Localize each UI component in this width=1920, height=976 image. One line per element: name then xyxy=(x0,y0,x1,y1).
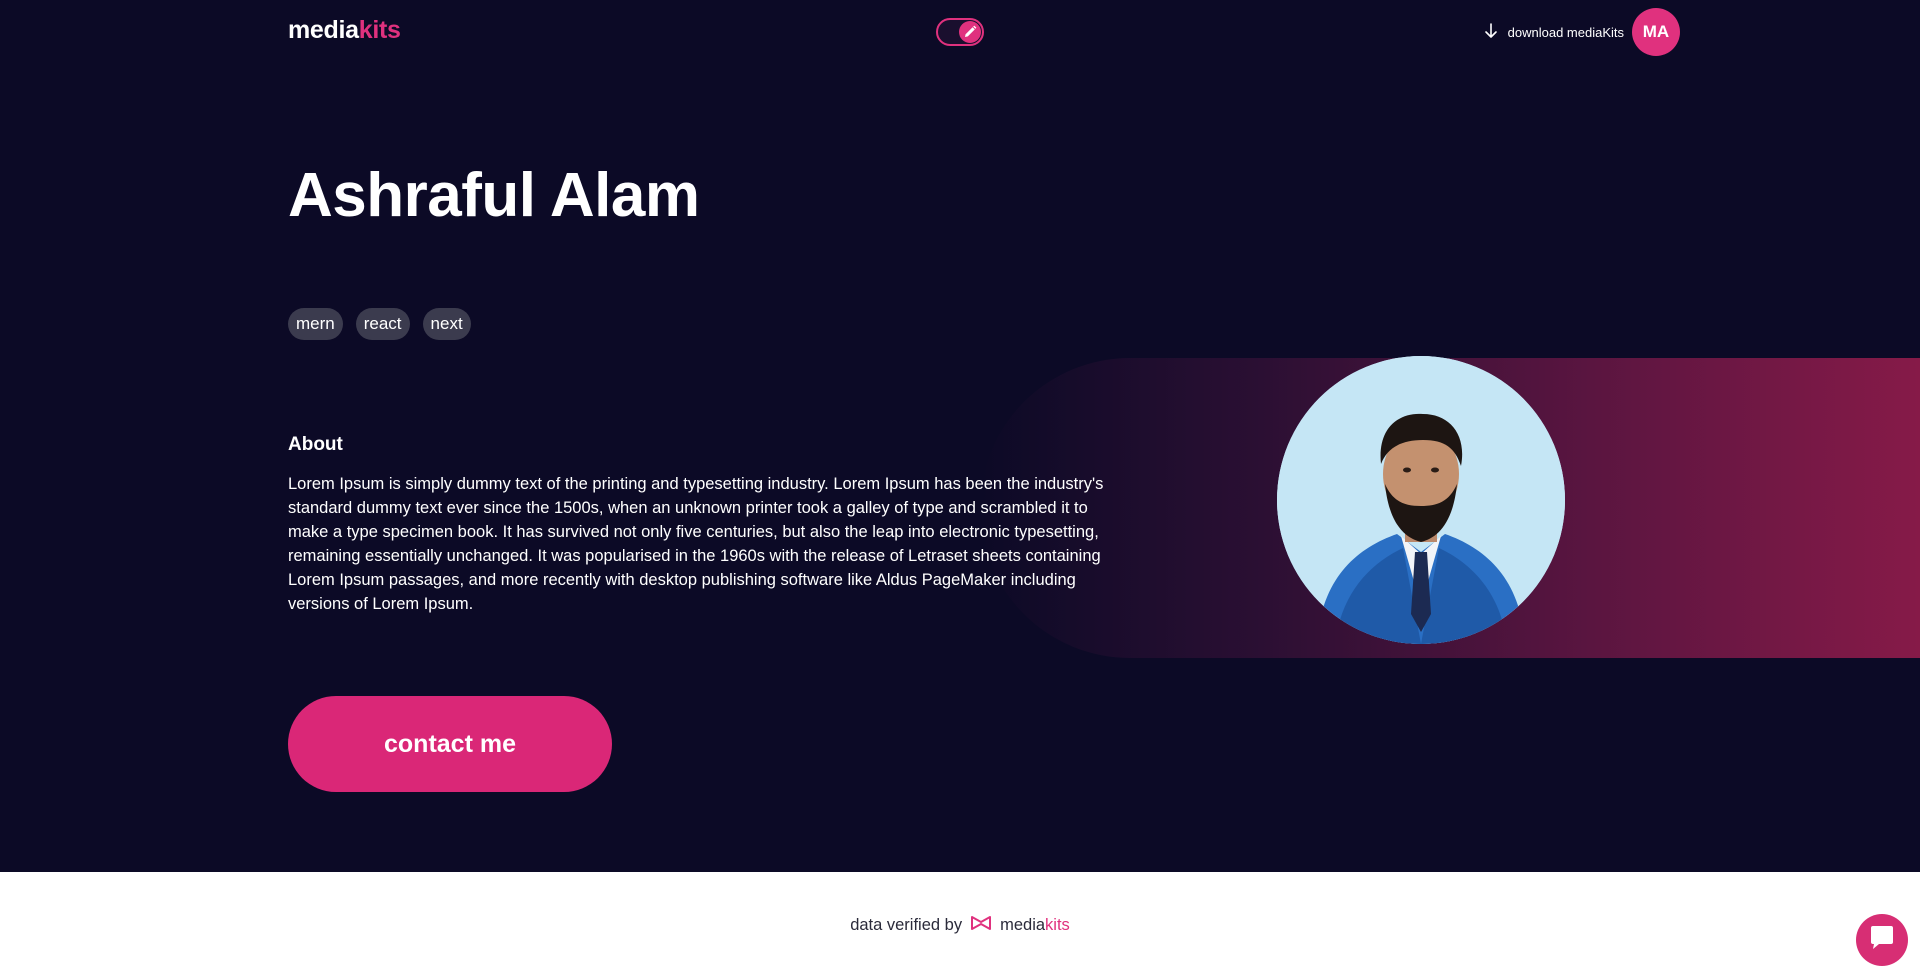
skill-tags: mern react next xyxy=(288,308,471,340)
pencil-icon xyxy=(959,21,981,43)
skill-tag: next xyxy=(422,308,471,340)
download-label: download mediaKits xyxy=(1507,24,1624,40)
skill-tag: mern xyxy=(288,308,343,340)
chat-bubble-icon xyxy=(1867,923,1897,958)
hero-section: mediakits download mediaKits MA Ashraful… xyxy=(0,0,1920,872)
skill-tag: react xyxy=(355,308,410,340)
verified-label: data verified by xyxy=(850,916,963,934)
footer-brand-media: media xyxy=(1000,916,1046,934)
download-mediakits-button[interactable]: download mediaKits xyxy=(1484,22,1624,42)
arrow-down-icon xyxy=(1484,22,1498,42)
chat-widget-button[interactable] xyxy=(1856,914,1908,966)
mediakits-logo-icon xyxy=(970,914,992,937)
mediakits-logo[interactable]: mediakits xyxy=(288,16,401,45)
edit-mode-toggle[interactable] xyxy=(936,18,984,46)
logo-text-kits: kits xyxy=(358,16,401,44)
about-heading: About xyxy=(288,434,343,455)
profile-photo xyxy=(1277,356,1565,644)
about-paragraph: Lorem Ipsum is simply dummy text of the … xyxy=(288,475,1104,613)
footer-brand[interactable]: mediakits xyxy=(1000,916,1070,935)
footer: data verified by mediakits xyxy=(0,872,1920,976)
logo-text-media: media xyxy=(288,16,359,44)
profile-name: Ashraful Alam xyxy=(288,161,700,230)
user-avatar[interactable]: MA xyxy=(1632,8,1680,56)
top-navbar: mediakits download mediaKits MA xyxy=(288,0,1680,64)
contact-me-button[interactable]: contact me xyxy=(288,696,612,792)
data-verified-badge: data verified by mediakits xyxy=(0,914,1920,937)
footer-brand-kits: kits xyxy=(1045,916,1070,934)
